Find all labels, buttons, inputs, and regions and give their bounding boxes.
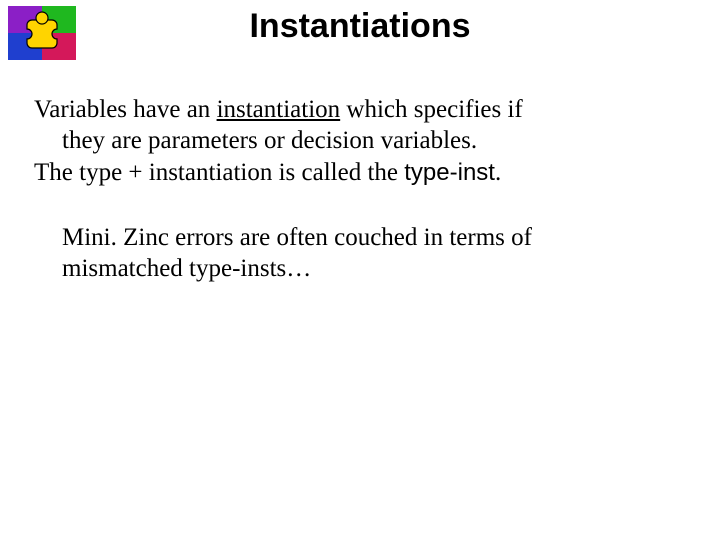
paragraph-3-line-1: Mini. Zinc errors are often couched in t… [62, 222, 674, 253]
slide-body: Variables have an instantiation which sp… [34, 94, 674, 284]
slide: Instantiations Variables have an instant… [0, 0, 720, 540]
underlined-term: instantiation [217, 96, 341, 123]
paragraph-3-line-2: mismatched type-insts… [62, 253, 674, 284]
text-fragment: The type + instantiation is called the [34, 159, 404, 186]
text-fragment: Variables have an [34, 96, 217, 123]
text-fragment: which specifies if [340, 96, 523, 123]
slide-title: Instantiations [0, 8, 720, 45]
paragraph-2: The type + instantiation is called the t… [34, 157, 674, 188]
text-fragment: . [495, 159, 501, 186]
paragraph-1-line-2: they are parameters or decision variable… [34, 125, 674, 156]
paragraph-1-line-1: Variables have an instantiation which sp… [34, 94, 674, 125]
type-inst-term: type-inst [404, 159, 495, 186]
paragraph-3: Mini. Zinc errors are often couched in t… [34, 222, 674, 285]
